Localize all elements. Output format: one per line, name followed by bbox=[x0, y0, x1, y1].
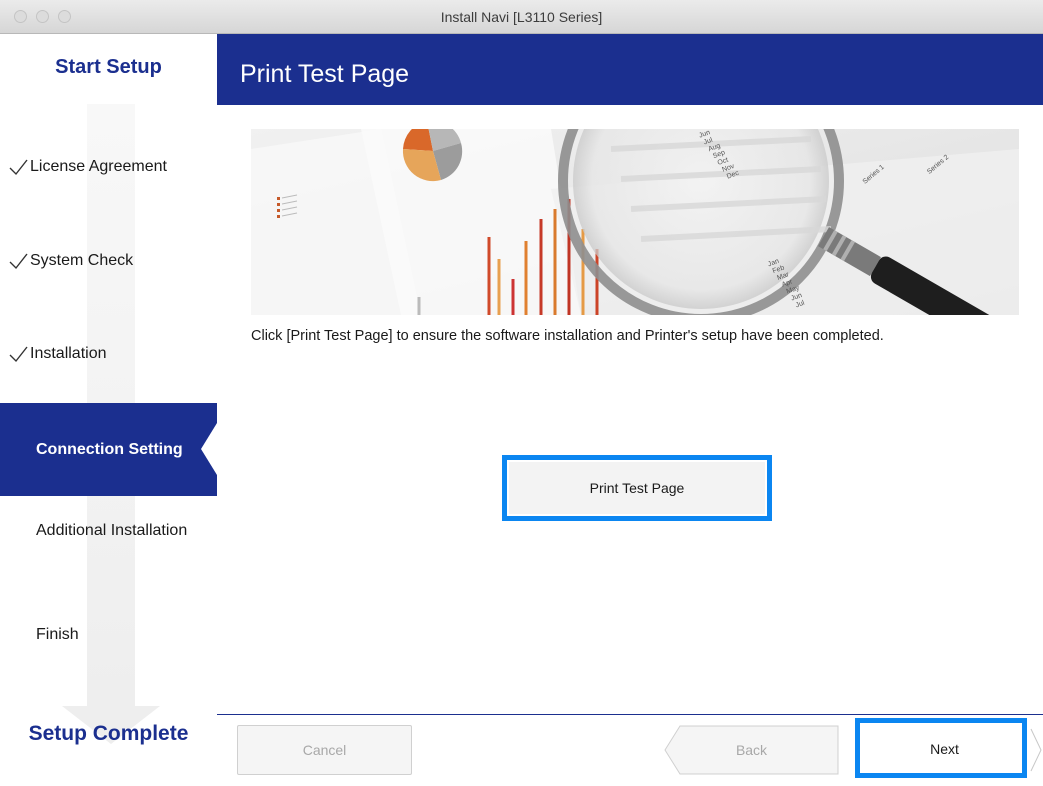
step-label: Connection Setting bbox=[36, 440, 183, 458]
page-header: Print Test Page bbox=[217, 34, 1043, 105]
step-label: License Agreement bbox=[30, 158, 167, 175]
step-additional-installation: Additional Installation bbox=[36, 522, 187, 540]
page-title: Print Test Page bbox=[240, 60, 410, 88]
print-test-page-button[interactable]: Print Test Page bbox=[502, 455, 772, 521]
step-finish: Finish bbox=[36, 626, 79, 644]
step-system-check: System Check bbox=[8, 252, 133, 270]
window-title: Install Navi [L3110 Series] bbox=[440, 9, 603, 25]
step-connection-setting: Connection Setting bbox=[0, 403, 217, 496]
next-button-highlight: Next bbox=[855, 718, 1027, 778]
footer-divider bbox=[217, 714, 1043, 715]
checkmark-icon bbox=[9, 346, 28, 363]
instruction-text: Click [Print Test Page] to ensure the so… bbox=[251, 328, 884, 344]
next-arrow-icon bbox=[1030, 728, 1042, 772]
step-label: Additional Installation bbox=[36, 522, 188, 539]
step-label: Installation bbox=[30, 345, 107, 362]
back-button[interactable]: Back bbox=[664, 725, 839, 775]
sidebar-start-title: Start Setup bbox=[55, 56, 162, 78]
step-installation: Installation bbox=[8, 345, 107, 363]
main-content: Print Test Page Jun Jul Aug Sep Oct Nov … bbox=[217, 34, 1043, 786]
banner-image: Jun Jul Aug Sep Oct Nov Dec Jan Feb Mar … bbox=[251, 129, 1019, 315]
next-button[interactable]: Next bbox=[867, 727, 1022, 771]
back-button-label: Back bbox=[735, 742, 768, 758]
banner-illustration: Jun Jul Aug Sep Oct Nov Dec Jan Feb Mar … bbox=[251, 129, 1019, 315]
step-label: Finish bbox=[36, 626, 79, 643]
step-label: System Check bbox=[30, 252, 134, 269]
checkmark-icon bbox=[9, 159, 28, 176]
checkmark-icon bbox=[9, 253, 28, 270]
window-titlebar: Install Navi [L3110 Series] bbox=[0, 0, 1043, 34]
cancel-button[interactable]: Cancel bbox=[237, 725, 412, 775]
sidebar-complete-title: Setup Complete bbox=[28, 722, 189, 745]
setup-steps-sidebar: Start Setup License Agreement System Che… bbox=[0, 34, 217, 786]
print-test-page-label[interactable]: Print Test Page bbox=[509, 462, 765, 514]
step-license-agreement: License Agreement bbox=[8, 158, 167, 176]
